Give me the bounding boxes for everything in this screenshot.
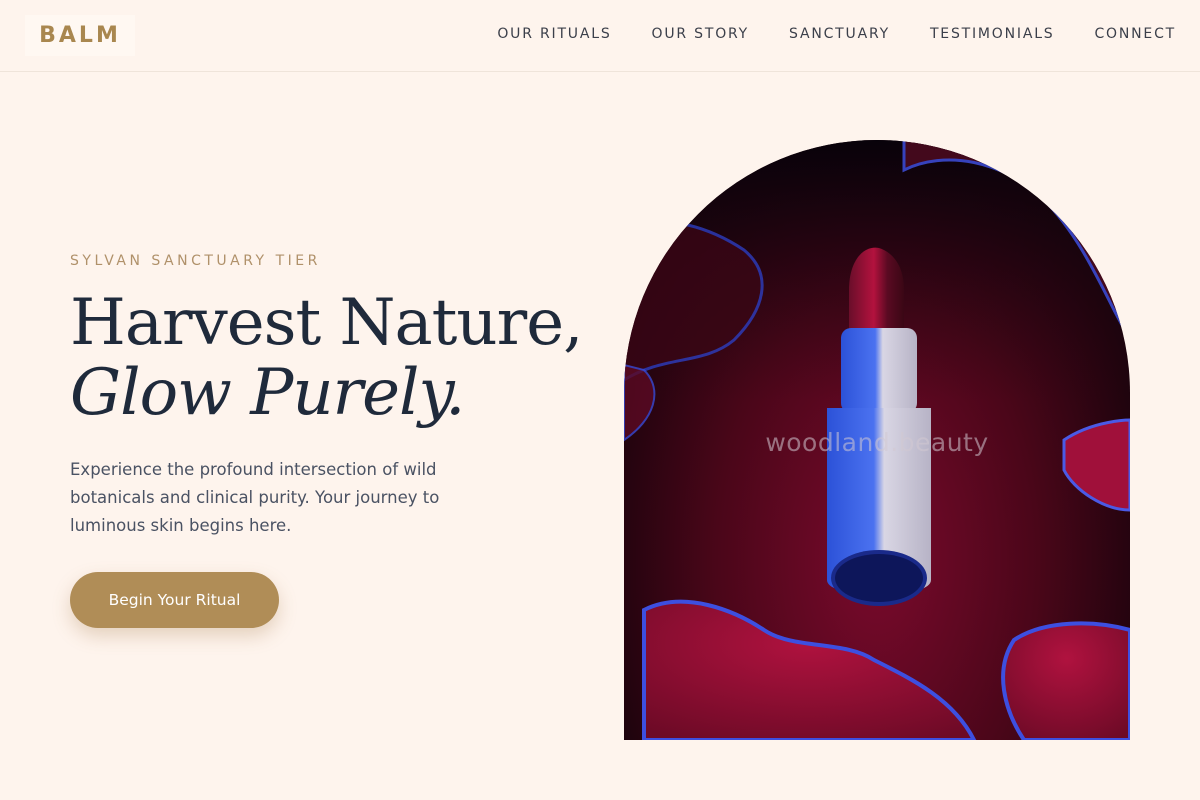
- hero-lipstick-image: woodland.beauty: [624, 140, 1130, 740]
- hero-headline-line1: Harvest Nature,: [70, 286, 583, 360]
- hero-headline: Harvest Nature, Glow Purely.: [70, 286, 583, 430]
- brand-logo[interactable]: BALM: [25, 15, 135, 56]
- hero-headline-line2: Glow Purely.: [70, 356, 465, 430]
- hero-eyebrow: SYLVAN SANCTUARY TIER: [70, 253, 321, 269]
- begin-ritual-button[interactable]: Begin Your Ritual: [70, 572, 279, 628]
- hero-lead-text: Experience the profound intersection of …: [70, 460, 440, 535]
- nav-item-connect[interactable]: CONNECT: [1094, 26, 1176, 42]
- nav-item-our-story[interactable]: OUR STORY: [652, 26, 750, 42]
- lipstick-illustration: [624, 140, 1130, 740]
- nav-item-testimonials[interactable]: TESTIMONIALS: [930, 26, 1055, 42]
- nav-item-sanctuary[interactable]: SANCTUARY: [789, 26, 890, 42]
- nav-item-our-rituals[interactable]: OUR RITUALS: [497, 26, 611, 42]
- site-header: BALM OUR RITUALS OUR STORY SANCTUARY TES…: [0, 0, 1200, 72]
- main-nav: OUR RITUALS OUR STORY SANCTUARY TESTIMON…: [497, 26, 1176, 42]
